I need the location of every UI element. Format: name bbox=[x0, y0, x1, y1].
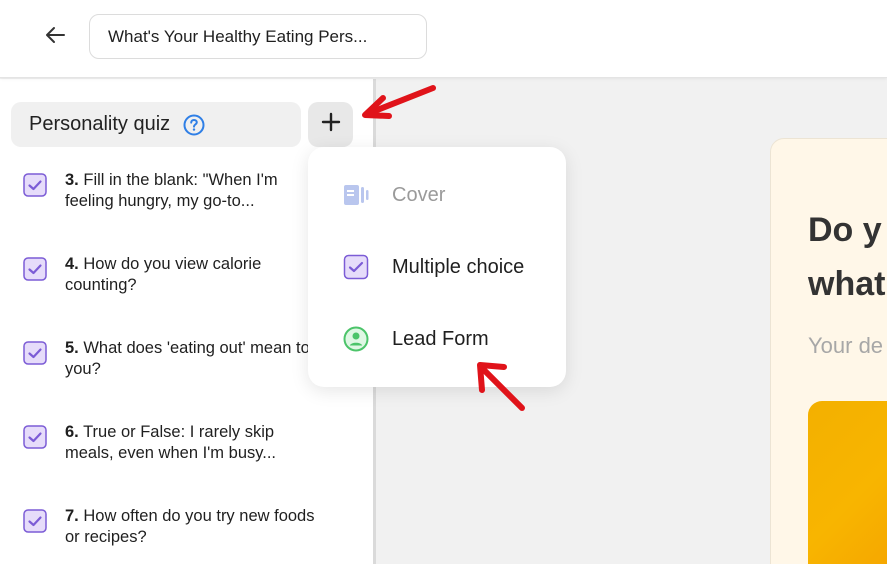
question-text: 7. How often do you try new foods or rec… bbox=[65, 507, 315, 546]
preview-heading: Do y what bbox=[808, 211, 886, 303]
top-bar: What's Your Healthy Eating Pers... bbox=[0, 0, 887, 78]
quiz-title-text: What's Your Healthy Eating Pers... bbox=[108, 26, 368, 46]
quiz-type-label: Personality quiz bbox=[29, 113, 171, 135]
menu-item-label: Cover bbox=[392, 183, 446, 206]
quiz-type-selector[interactable]: Personality quiz bbox=[11, 102, 301, 147]
cover-icon bbox=[343, 182, 369, 208]
multiple-choice-check-icon bbox=[23, 509, 47, 533]
question-item-7[interactable]: 7. How often do you try new foods or rec… bbox=[0, 506, 320, 564]
lead-form-icon bbox=[343, 326, 369, 352]
add-question-menu: Cover Multiple choice Lead Form bbox=[308, 147, 566, 387]
question-item-5[interactable]: 5. What does 'eating out' mean to you? bbox=[0, 338, 320, 398]
question-text: 6. True or False: I rarely skip meals, e… bbox=[65, 423, 277, 462]
question-item-6[interactable]: 6. True or False: I rarely skip meals, e… bbox=[0, 422, 320, 482]
preview-description: Your de bbox=[808, 333, 884, 358]
preview-image bbox=[808, 401, 887, 564]
help-circle-icon[interactable] bbox=[183, 114, 205, 136]
menu-item-cover[interactable]: Cover bbox=[308, 167, 566, 223]
menu-item-label: Multiple choice bbox=[392, 255, 525, 278]
question-item-3[interactable]: 3. Fill in the blank: "When I'm feeling … bbox=[0, 170, 320, 230]
menu-item-label: Lead Form bbox=[392, 327, 489, 350]
back-button[interactable] bbox=[38, 22, 72, 52]
multiple-choice-icon bbox=[343, 254, 369, 280]
multiple-choice-check-icon bbox=[23, 257, 47, 281]
question-item-4[interactable]: 4. How do you view calorie counting? bbox=[0, 254, 320, 314]
question-preview-card: Do y what Your de bbox=[770, 138, 887, 564]
multiple-choice-check-icon bbox=[23, 425, 47, 449]
multiple-choice-check-icon bbox=[23, 173, 47, 197]
plus-icon bbox=[320, 111, 342, 138]
question-text: 3. Fill in the blank: "When I'm feeling … bbox=[65, 171, 278, 210]
multiple-choice-check-icon bbox=[23, 341, 47, 365]
menu-item-lead-form[interactable]: Lead Form bbox=[308, 311, 566, 367]
question-text: 4. How do you view calorie counting? bbox=[65, 255, 262, 294]
add-question-button[interactable] bbox=[308, 102, 353, 147]
quiz-title-field[interactable]: What's Your Healthy Eating Pers... bbox=[89, 14, 427, 59]
menu-item-multiple-choice[interactable]: Multiple choice bbox=[308, 239, 566, 295]
question-text: 5. What does 'eating out' mean to you? bbox=[65, 339, 310, 378]
arrow-left-icon bbox=[44, 26, 66, 49]
